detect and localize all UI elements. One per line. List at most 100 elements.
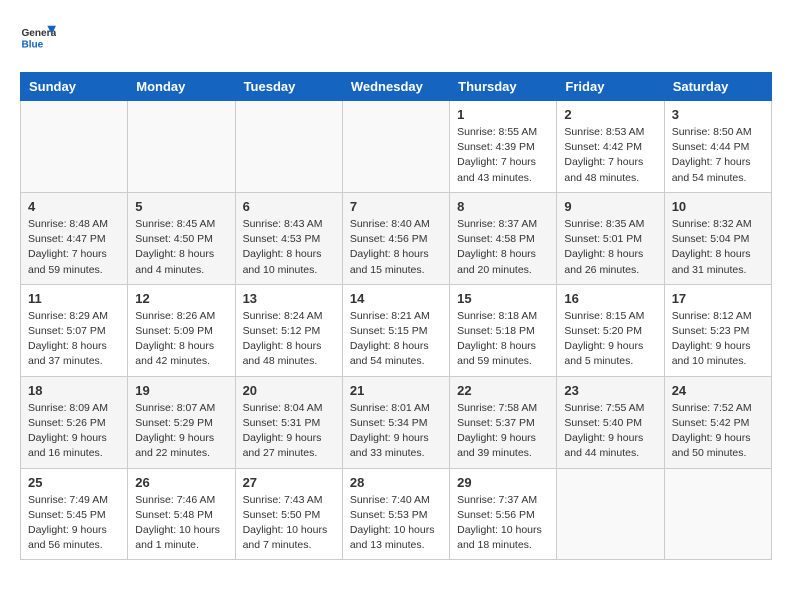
day-info: Sunrise: 8:45 AM Sunset: 4:50 PM Dayligh… [135, 217, 227, 278]
day-number: 6 [243, 199, 335, 214]
day-number: 23 [564, 383, 656, 398]
day-info: Sunrise: 8:01 AM Sunset: 5:34 PM Dayligh… [350, 401, 442, 462]
col-header-sunday: Sunday [21, 73, 128, 101]
calendar-cell: 22Sunrise: 7:58 AM Sunset: 5:37 PM Dayli… [450, 376, 557, 468]
calendar-table: SundayMondayTuesdayWednesdayThursdayFrid… [20, 72, 772, 560]
calendar-cell: 18 Sunrise: 8:09 AM Sunset: 5:26 PM Dayli… [21, 376, 128, 468]
calendar-cell: 14Sunrise: 8:21 AM Sunset: 5:15 PM Dayli… [342, 284, 449, 376]
week-row-3: 11 Sunrise: 8:29 AM Sunset: 5:07 PM Dayli… [21, 284, 772, 376]
day-info: Sunrise: 7:43 AM Sunset: 5:50 PM Dayligh… [243, 493, 335, 554]
day-number: 10 [672, 199, 764, 214]
logo: General Blue [20, 20, 56, 56]
day-info: Sunrise: 7:46 AM Sunset: 5:48 PM Dayligh… [135, 493, 227, 554]
calendar-cell: 15 Sunrise: 8:18 AM Sunset: 5:18 PM Dayli… [450, 284, 557, 376]
calendar-cell: 3 Sunrise: 8:50 AM Sunset: 4:44 PM Daylig… [664, 101, 771, 193]
col-header-tuesday: Tuesday [235, 73, 342, 101]
logo-icon: General Blue [20, 20, 56, 56]
col-header-saturday: Saturday [664, 73, 771, 101]
day-info: Sunrise: 8:29 AM Sunset: 5:07 PM Dayligh… [28, 309, 120, 370]
calendar-cell: 10 Sunrise: 8:32 AM Sunset: 5:04 PM Dayli… [664, 192, 771, 284]
day-number: 24 [672, 383, 764, 398]
day-number: 11 [28, 291, 120, 306]
col-header-monday: Monday [128, 73, 235, 101]
day-info: Sunrise: 8:07 AM Sunset: 5:29 PM Dayligh… [135, 401, 227, 462]
day-number: 1 [457, 107, 549, 122]
day-info: Sunrise: 7:49 AM Sunset: 5:45 PM Dayligh… [28, 493, 120, 554]
calendar-cell: 26 Sunrise: 7:46 AM Sunset: 5:48 PM Dayli… [128, 468, 235, 560]
calendar-cell [235, 101, 342, 193]
day-number: 15 [457, 291, 549, 306]
day-number: 2 [564, 107, 656, 122]
calendar-cell [664, 468, 771, 560]
calendar-cell: 27 Sunrise: 7:43 AM Sunset: 5:50 PM Dayli… [235, 468, 342, 560]
calendar-cell: 24 Sunrise: 7:52 AM Sunset: 5:42 PM Dayli… [664, 376, 771, 468]
day-number: 27 [243, 475, 335, 490]
day-info: Sunrise: 8:40 AM Sunset: 4:56 PM Dayligh… [350, 217, 442, 278]
day-number: 29 [457, 475, 549, 490]
day-info: Sunrise: 8:37 AM Sunset: 4:58 PM Dayligh… [457, 217, 549, 278]
day-number: 5 [135, 199, 227, 214]
week-row-4: 18 Sunrise: 8:09 AM Sunset: 5:26 PM Dayli… [21, 376, 772, 468]
day-info: Sunrise: 8:04 AM Sunset: 5:31 PM Dayligh… [243, 401, 335, 462]
day-info: Sunrise: 7:37 AM Sunset: 5:56 PM Dayligh… [457, 493, 549, 554]
calendar-cell: 6 Sunrise: 8:43 AM Sunset: 4:53 PM Daylig… [235, 192, 342, 284]
day-info: Sunrise: 8:43 AM Sunset: 4:53 PM Dayligh… [243, 217, 335, 278]
calendar-cell: 25 Sunrise: 7:49 AM Sunset: 5:45 PM Dayli… [21, 468, 128, 560]
calendar-cell: 7 Sunrise: 8:40 AM Sunset: 4:56 PM Daylig… [342, 192, 449, 284]
day-info: Sunrise: 8:32 AM Sunset: 5:04 PM Dayligh… [672, 217, 764, 278]
day-number: 8 [457, 199, 549, 214]
day-info: Sunrise: 8:18 AM Sunset: 5:18 PM Dayligh… [457, 309, 549, 370]
day-info: Sunrise: 7:52 AM Sunset: 5:42 PM Dayligh… [672, 401, 764, 462]
calendar-cell [557, 468, 664, 560]
calendar-cell: 13 Sunrise: 8:24 AM Sunset: 5:12 PM Dayli… [235, 284, 342, 376]
day-number: 25 [28, 475, 120, 490]
calendar-cell: 4Sunrise: 8:48 AM Sunset: 4:47 PM Daylig… [21, 192, 128, 284]
page-header: General Blue [20, 20, 772, 56]
calendar-cell [21, 101, 128, 193]
col-header-wednesday: Wednesday [342, 73, 449, 101]
day-number: 26 [135, 475, 227, 490]
calendar-cell [128, 101, 235, 193]
svg-text:Blue: Blue [21, 39, 43, 50]
day-number: 16 [564, 291, 656, 306]
calendar-cell [342, 101, 449, 193]
calendar-cell: 28 Sunrise: 7:40 AM Sunset: 5:53 PM Dayli… [342, 468, 449, 560]
day-number: 17 [672, 291, 764, 306]
day-number: 3 [672, 107, 764, 122]
day-number: 19 [135, 383, 227, 398]
day-info: Sunrise: 7:58 AM Sunset: 5:37 PM Dayligh… [457, 401, 549, 462]
day-number: 21 [350, 383, 442, 398]
calendar-cell: 9 Sunrise: 8:35 AM Sunset: 5:01 PM Daylig… [557, 192, 664, 284]
week-row-1: 1 Sunrise: 8:55 AM Sunset: 4:39 PM Daylig… [21, 101, 772, 193]
day-info: Sunrise: 8:50 AM Sunset: 4:44 PM Dayligh… [672, 125, 764, 186]
day-info: Sunrise: 8:55 AM Sunset: 4:39 PM Dayligh… [457, 125, 549, 186]
week-row-5: 25 Sunrise: 7:49 AM Sunset: 5:45 PM Dayli… [21, 468, 772, 560]
calendar-cell: 2 Sunrise: 8:53 AM Sunset: 4:42 PM Daylig… [557, 101, 664, 193]
day-number: 13 [243, 291, 335, 306]
col-header-friday: Friday [557, 73, 664, 101]
calendar-cell: 11 Sunrise: 8:29 AM Sunset: 5:07 PM Dayli… [21, 284, 128, 376]
day-number: 12 [135, 291, 227, 306]
week-row-2: 4Sunrise: 8:48 AM Sunset: 4:47 PM Daylig… [21, 192, 772, 284]
day-info: Sunrise: 8:24 AM Sunset: 5:12 PM Dayligh… [243, 309, 335, 370]
day-number: 4 [28, 199, 120, 214]
day-info: Sunrise: 8:12 AM Sunset: 5:23 PM Dayligh… [672, 309, 764, 370]
calendar-cell: 23 Sunrise: 7:55 AM Sunset: 5:40 PM Dayli… [557, 376, 664, 468]
calendar-cell: 29 Sunrise: 7:37 AM Sunset: 5:56 PM Dayli… [450, 468, 557, 560]
day-info: Sunrise: 8:35 AM Sunset: 5:01 PM Dayligh… [564, 217, 656, 278]
day-number: 18 [28, 383, 120, 398]
day-info: Sunrise: 7:55 AM Sunset: 5:40 PM Dayligh… [564, 401, 656, 462]
calendar-cell: 1 Sunrise: 8:55 AM Sunset: 4:39 PM Daylig… [450, 101, 557, 193]
calendar-cell: 8 Sunrise: 8:37 AM Sunset: 4:58 PM Daylig… [450, 192, 557, 284]
day-info: Sunrise: 8:53 AM Sunset: 4:42 PM Dayligh… [564, 125, 656, 186]
day-info: Sunrise: 8:15 AM Sunset: 5:20 PM Dayligh… [564, 309, 656, 370]
day-info: Sunrise: 8:09 AM Sunset: 5:26 PM Dayligh… [28, 401, 120, 462]
day-number: 28 [350, 475, 442, 490]
calendar-cell: 19 Sunrise: 8:07 AM Sunset: 5:29 PM Dayli… [128, 376, 235, 468]
day-info: Sunrise: 7:40 AM Sunset: 5:53 PM Dayligh… [350, 493, 442, 554]
calendar-cell: 16 Sunrise: 8:15 AM Sunset: 5:20 PM Dayli… [557, 284, 664, 376]
calendar-header-row: SundayMondayTuesdayWednesdayThursdayFrid… [21, 73, 772, 101]
day-number: 7 [350, 199, 442, 214]
day-number: 20 [243, 383, 335, 398]
day-number: 9 [564, 199, 656, 214]
